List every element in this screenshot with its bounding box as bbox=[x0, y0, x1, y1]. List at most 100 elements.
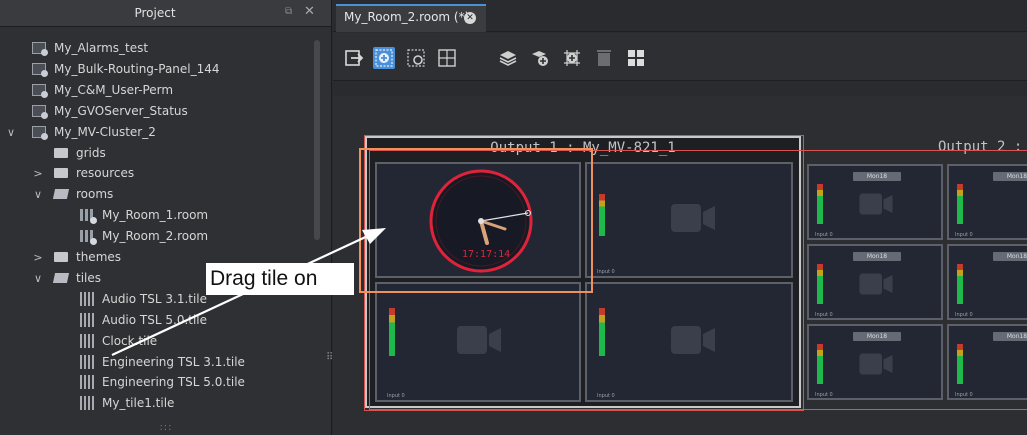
add-tile-icon bbox=[375, 49, 393, 67]
audio-meter bbox=[599, 194, 605, 236]
tree-item[interactable]: My_Room_2.room bbox=[0, 226, 320, 246]
tile-icon bbox=[80, 375, 94, 389]
mon-tile[interactable]: Mon18 Input 0 bbox=[947, 244, 1027, 320]
tree-item[interactable]: ∨ My_MV-Cluster_2 bbox=[0, 122, 320, 142]
exit-button[interactable] bbox=[343, 47, 365, 69]
input-label: Input 0 bbox=[955, 232, 973, 238]
drag-callout: Drag tile on bbox=[206, 263, 354, 295]
audio-meter bbox=[389, 308, 395, 356]
tile-icon bbox=[80, 292, 94, 306]
panel-resize-grip[interactable]: ::: bbox=[0, 422, 332, 433]
mon-label: Mon18 bbox=[853, 332, 901, 341]
add-tile-button[interactable] bbox=[373, 47, 395, 69]
folder-icon bbox=[54, 252, 68, 262]
layout-button[interactable] bbox=[625, 47, 647, 69]
exit-icon bbox=[345, 50, 364, 66]
tree-item-label: Audio TSL 3.1.tile bbox=[102, 292, 208, 306]
project-panel-title: Project bbox=[134, 6, 176, 20]
mon-label: Mon18 bbox=[853, 252, 901, 261]
mon-tile[interactable]: Mon18 Input 0 bbox=[807, 324, 943, 400]
tree-item[interactable]: Clock.tile bbox=[0, 331, 320, 351]
room-icon bbox=[80, 230, 97, 245]
tree-item[interactable]: My_Room_1.room bbox=[0, 205, 320, 225]
tree-item-label: Audio TSL 5.0.tile bbox=[102, 313, 208, 327]
tree-item[interactable]: Audio TSL 5.0.tile bbox=[0, 310, 320, 330]
editor-tabbar: My_Room_2.room (*) ✕ bbox=[333, 0, 1027, 32]
video-tile[interactable]: Input 0 bbox=[585, 162, 793, 278]
mon-label: Mon18 bbox=[993, 172, 1027, 181]
input-label: Input 0 bbox=[815, 312, 833, 318]
chevron-down-icon[interactable]: ∨ bbox=[32, 272, 44, 285]
tile-icon bbox=[80, 396, 94, 410]
mon-label: Mon18 bbox=[993, 252, 1027, 261]
clock-tile[interactable]: 17:17:14 bbox=[375, 162, 581, 278]
room-editor: My_Room_2.room (*) ✕ Output 1: My_MV-82… bbox=[333, 0, 1027, 435]
float-panel-icon[interactable]: ⧉ bbox=[285, 6, 292, 17]
layer-add-button[interactable] bbox=[529, 47, 551, 69]
tree-item[interactable]: grids bbox=[0, 143, 320, 163]
layers-button[interactable] bbox=[497, 47, 519, 69]
input-label: Input 0 bbox=[597, 393, 615, 399]
audio-meter bbox=[599, 308, 605, 356]
tree-item[interactable]: > resources bbox=[0, 163, 320, 183]
camera-icon bbox=[671, 204, 715, 232]
tree-item[interactable]: My_Alarms_test bbox=[0, 38, 320, 58]
tree-item-label: My_GVOServer_Status bbox=[54, 104, 188, 118]
tree-item[interactable]: My_Bulk-Routing-Panel_144 bbox=[0, 59, 320, 79]
close-panel-icon[interactable]: ✕ bbox=[304, 4, 315, 19]
clock-time: 17:17:14 bbox=[462, 249, 511, 260]
tree-item[interactable]: My_C&M_User-Perm bbox=[0, 80, 320, 100]
grid-add-button[interactable] bbox=[561, 47, 583, 69]
room-icon bbox=[80, 209, 97, 224]
output-2-title: Output 2 : bbox=[938, 139, 1023, 155]
output-1-panel[interactable]: Output 1 : My_MV-821_1 17:17:14 Input 0 bbox=[365, 136, 801, 408]
chevron-right-icon[interactable]: > bbox=[32, 251, 44, 264]
tab-my-room-2[interactable]: My_Room_2.room (*) ✕ bbox=[336, 4, 486, 32]
tree-item[interactable]: My_tile1.tile bbox=[0, 393, 320, 413]
video-tile[interactable]: Input 0 bbox=[375, 282, 581, 402]
grid-button[interactable] bbox=[436, 47, 458, 69]
delete-button[interactable] bbox=[593, 47, 615, 69]
audio-meter bbox=[957, 264, 963, 304]
tab-close-icon[interactable]: ✕ bbox=[464, 12, 476, 24]
editor-toolbar bbox=[333, 33, 1027, 81]
tree-scrollbar[interactable] bbox=[314, 40, 320, 240]
canvas-ruler bbox=[333, 82, 1027, 96]
chevron-down-icon[interactable]: ∨ bbox=[32, 188, 44, 201]
mon-tile[interactable]: Mon18 Input 0 bbox=[807, 244, 943, 320]
chevron-down-icon[interactable]: ∨ bbox=[5, 126, 17, 139]
mon-label: Mon18 bbox=[853, 172, 901, 181]
grid-icon bbox=[438, 49, 456, 67]
video-tile[interactable]: Input 0 bbox=[585, 282, 793, 402]
mon-tile[interactable]: Mon18 Input 0 bbox=[947, 164, 1027, 240]
link-tile-button[interactable] bbox=[405, 47, 427, 69]
tile-icon bbox=[80, 313, 94, 327]
output-2-panel[interactable]: Mon18 Input 0 Mon18 Input 0 Mon18 Input … bbox=[805, 162, 1027, 410]
tree-item[interactable]: My_GVOServer_Status bbox=[0, 101, 320, 121]
tree-item[interactable]: Engineering TSL 5.0.tile bbox=[0, 372, 320, 392]
output-1-title: Output 1 : My_MV-821_1 bbox=[490, 140, 676, 156]
audio-meter bbox=[957, 344, 963, 384]
trash-icon bbox=[597, 50, 611, 66]
mon-tile[interactable]: Mon18 Input 0 bbox=[807, 164, 943, 240]
tab-label: My_Room_2.room (*) bbox=[344, 10, 470, 24]
doc-icon bbox=[32, 105, 48, 119]
audio-meter bbox=[817, 344, 823, 384]
mon-tile[interactable]: Mon18 Input 0 bbox=[947, 324, 1027, 400]
tree-item[interactable]: ∨ rooms bbox=[0, 184, 320, 204]
tree-item-label: grids bbox=[76, 146, 106, 160]
doc-icon bbox=[32, 63, 48, 77]
project-panel-header: Project ⧉ ✕ bbox=[0, 0, 331, 27]
doc-icon bbox=[32, 84, 48, 98]
tree-item-label: My_Room_1.room bbox=[102, 208, 209, 222]
folder-open-icon bbox=[52, 273, 70, 283]
tree-item-label: rooms bbox=[76, 187, 114, 201]
tree-item-label: My_MV-Cluster_2 bbox=[54, 125, 156, 139]
doc-icon bbox=[32, 42, 48, 56]
audio-meter bbox=[957, 184, 963, 224]
chevron-right-icon[interactable]: > bbox=[32, 167, 44, 180]
room-canvas[interactable]: Output 1 : My_MV-821_1 17:17:14 Input 0 bbox=[333, 82, 1027, 435]
tree-item[interactable]: Engineering TSL 3.1.tile bbox=[0, 352, 320, 372]
layer-add-icon bbox=[532, 51, 548, 66]
camera-icon bbox=[859, 193, 893, 215]
